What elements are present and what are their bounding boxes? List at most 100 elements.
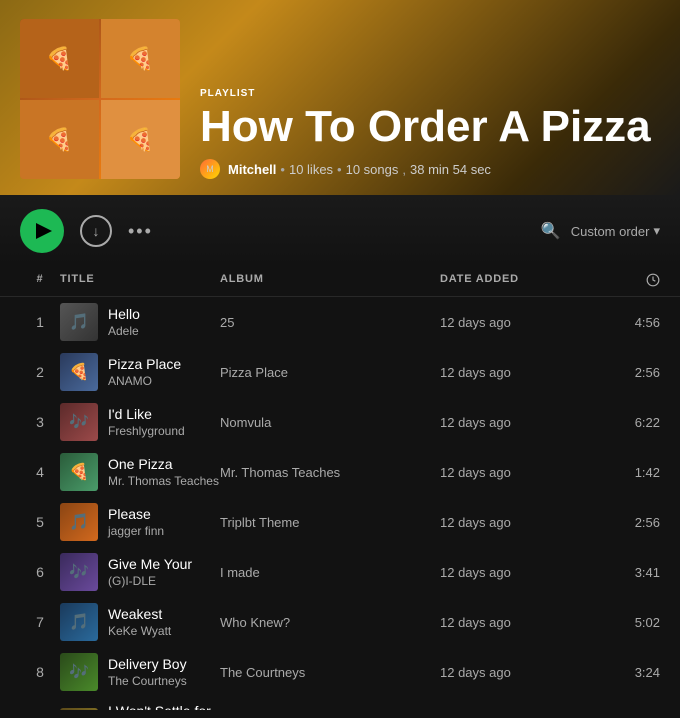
track-duration-4: 1:42	[600, 465, 660, 480]
track-name-4: One Pizza	[108, 456, 219, 472]
track-name-6: Give Me Your	[108, 556, 192, 572]
chevron-down-icon: ▾	[653, 223, 660, 239]
track-duration-5: 2:56	[600, 515, 660, 530]
track-text-8: Delivery Boy The Courtneys	[108, 656, 187, 688]
track-name-3: I'd Like	[108, 406, 185, 422]
track-text-7: Weakest KeKe Wyatt	[108, 606, 171, 638]
header-num: #	[20, 273, 60, 290]
track-num-2: 2	[20, 364, 60, 380]
header-title: TITLE	[60, 273, 220, 290]
controls-bar: ↓ ••• 🔍 Custom order ▾	[0, 195, 680, 267]
track-row[interactable]: 4 🍕 One Pizza Mr. Thomas Teaches Mr. Tho…	[0, 447, 680, 497]
pizza-cell-3: 🍕	[20, 100, 99, 179]
more-button[interactable]: •••	[128, 221, 153, 242]
track-thumb-5: 🎵	[60, 503, 98, 541]
track-info-9: 🎵 I Won't Settle for Less Maree McRae	[60, 703, 220, 710]
track-info-4: 🍕 One Pizza Mr. Thomas Teaches	[60, 453, 220, 491]
track-thumb-3: 🎶	[60, 403, 98, 441]
download-button[interactable]: ↓	[80, 215, 112, 247]
track-name-7: Weakest	[108, 606, 171, 622]
track-name-2: Pizza Place	[108, 356, 181, 372]
track-thumb-4: 🍕	[60, 453, 98, 491]
track-album-4: Mr. Thomas Teaches	[220, 465, 440, 480]
track-thumb-1: 🎵	[60, 303, 98, 341]
track-info-5: 🎵 Please jagger finn	[60, 503, 220, 541]
track-num-1: 1	[20, 314, 60, 330]
custom-order-label: Custom order	[571, 224, 650, 239]
track-row[interactable]: 1 🎵 Hello Adele 25 12 days ago 4:56	[0, 297, 680, 347]
hero-section: 🍕 🍕 🍕 🍕 PLAYLIST How To Order A Pizza M …	[0, 0, 680, 195]
dot-2: •	[337, 162, 342, 177]
track-row[interactable]: 7 🎵 Weakest KeKe Wyatt Who Knew? 12 days…	[0, 597, 680, 647]
tracks-list: 1 🎵 Hello Adele 25 12 days ago 4:56 2 🍕 …	[0, 297, 680, 710]
header-album: ALBUM	[220, 273, 440, 290]
track-duration-7: 5:02	[600, 615, 660, 630]
custom-order-button[interactable]: Custom order ▾	[571, 223, 660, 239]
track-text-4: One Pizza Mr. Thomas Teaches	[108, 456, 219, 488]
track-text-1: Hello Adele	[108, 306, 140, 338]
search-icon[interactable]: 🔍	[541, 221, 561, 241]
play-button[interactable]	[20, 209, 64, 253]
track-text-6: Give Me Your (G)I-DLE	[108, 556, 192, 588]
track-text-9: I Won't Settle for Less Maree McRae	[108, 703, 220, 710]
track-row[interactable]: 3 🎶 I'd Like Freshlyground Nomvula 12 da…	[0, 397, 680, 447]
track-duration-1: 4:56	[600, 315, 660, 330]
table-header: # TITLE ALBUM DATE ADDED	[0, 267, 680, 297]
track-thumb-6: 🎶	[60, 553, 98, 591]
playlist-title: How To Order A Pizza	[200, 105, 651, 149]
track-info-2: 🍕 Pizza Place ANAMO	[60, 353, 220, 391]
songs-count: 10 songs	[346, 162, 399, 177]
dot-1: •	[280, 162, 285, 177]
track-info-3: 🎶 I'd Like Freshlyground	[60, 403, 220, 441]
track-text-5: Please jagger finn	[108, 506, 164, 538]
header-date: DATE ADDED	[440, 273, 600, 290]
track-info-1: 🎵 Hello Adele	[60, 303, 220, 341]
track-name-5: Please	[108, 506, 164, 522]
hero-meta: M Mitchell • 10 likes • 10 songs , 38 mi…	[200, 159, 651, 179]
likes-count: 10 likes	[289, 162, 333, 177]
dot-3: ,	[402, 162, 406, 177]
track-row[interactable]: 9 🎵 I Won't Settle for Less Maree McRae …	[0, 697, 680, 710]
track-thumb-8: 🎶	[60, 653, 98, 691]
track-album-2: Pizza Place	[220, 365, 440, 380]
track-num-5: 5	[20, 514, 60, 530]
track-thumb-2: 🍕	[60, 353, 98, 391]
track-duration-3: 6:22	[600, 415, 660, 430]
pizza-cell-2: 🍕	[101, 19, 180, 98]
track-artist-7: KeKe Wyatt	[108, 624, 171, 638]
track-date-7: 12 days ago	[440, 615, 600, 630]
track-num-3: 3	[20, 414, 60, 430]
track-album-1: 25	[220, 315, 440, 330]
track-date-8: 12 days ago	[440, 665, 600, 680]
track-row[interactable]: 5 🎵 Please jagger finn Triplbt Theme 12 …	[0, 497, 680, 547]
album-art: 🍕 🍕 🍕 🍕	[20, 19, 180, 179]
track-duration-2: 2:56	[600, 365, 660, 380]
track-text-2: Pizza Place ANAMO	[108, 356, 181, 388]
track-album-3: Nomvula	[220, 415, 440, 430]
track-album-6: I made	[220, 565, 440, 580]
track-album-8: The Courtneys	[220, 665, 440, 680]
header-duration	[600, 273, 660, 290]
track-num-6: 6	[20, 564, 60, 580]
track-duration-8: 3:24	[600, 665, 660, 680]
track-artist-2: ANAMO	[108, 374, 181, 388]
pizza-cell-4: 🍕	[101, 100, 180, 179]
track-date-5: 12 days ago	[440, 515, 600, 530]
track-album-5: Triplbt Theme	[220, 515, 440, 530]
track-row[interactable]: 6 🎶 Give Me Your (G)I-DLE I made 12 days…	[0, 547, 680, 597]
track-duration-6: 3:41	[600, 565, 660, 580]
track-row[interactable]: 8 🎶 Delivery Boy The Courtneys The Court…	[0, 647, 680, 697]
username[interactable]: Mitchell	[228, 162, 276, 177]
controls-right: 🔍 Custom order ▾	[541, 221, 660, 241]
track-artist-8: The Courtneys	[108, 674, 187, 688]
track-date-2: 12 days ago	[440, 365, 600, 380]
track-date-4: 12 days ago	[440, 465, 600, 480]
track-row[interactable]: 2 🍕 Pizza Place ANAMO Pizza Place 12 day…	[0, 347, 680, 397]
track-name-1: Hello	[108, 306, 140, 322]
track-date-6: 12 days ago	[440, 565, 600, 580]
track-artist-1: Adele	[108, 324, 140, 338]
track-date-3: 12 days ago	[440, 415, 600, 430]
pizza-cell-1: 🍕	[20, 19, 99, 98]
track-name-9: I Won't Settle for Less	[108, 703, 220, 710]
track-artist-5: jagger finn	[108, 524, 164, 538]
